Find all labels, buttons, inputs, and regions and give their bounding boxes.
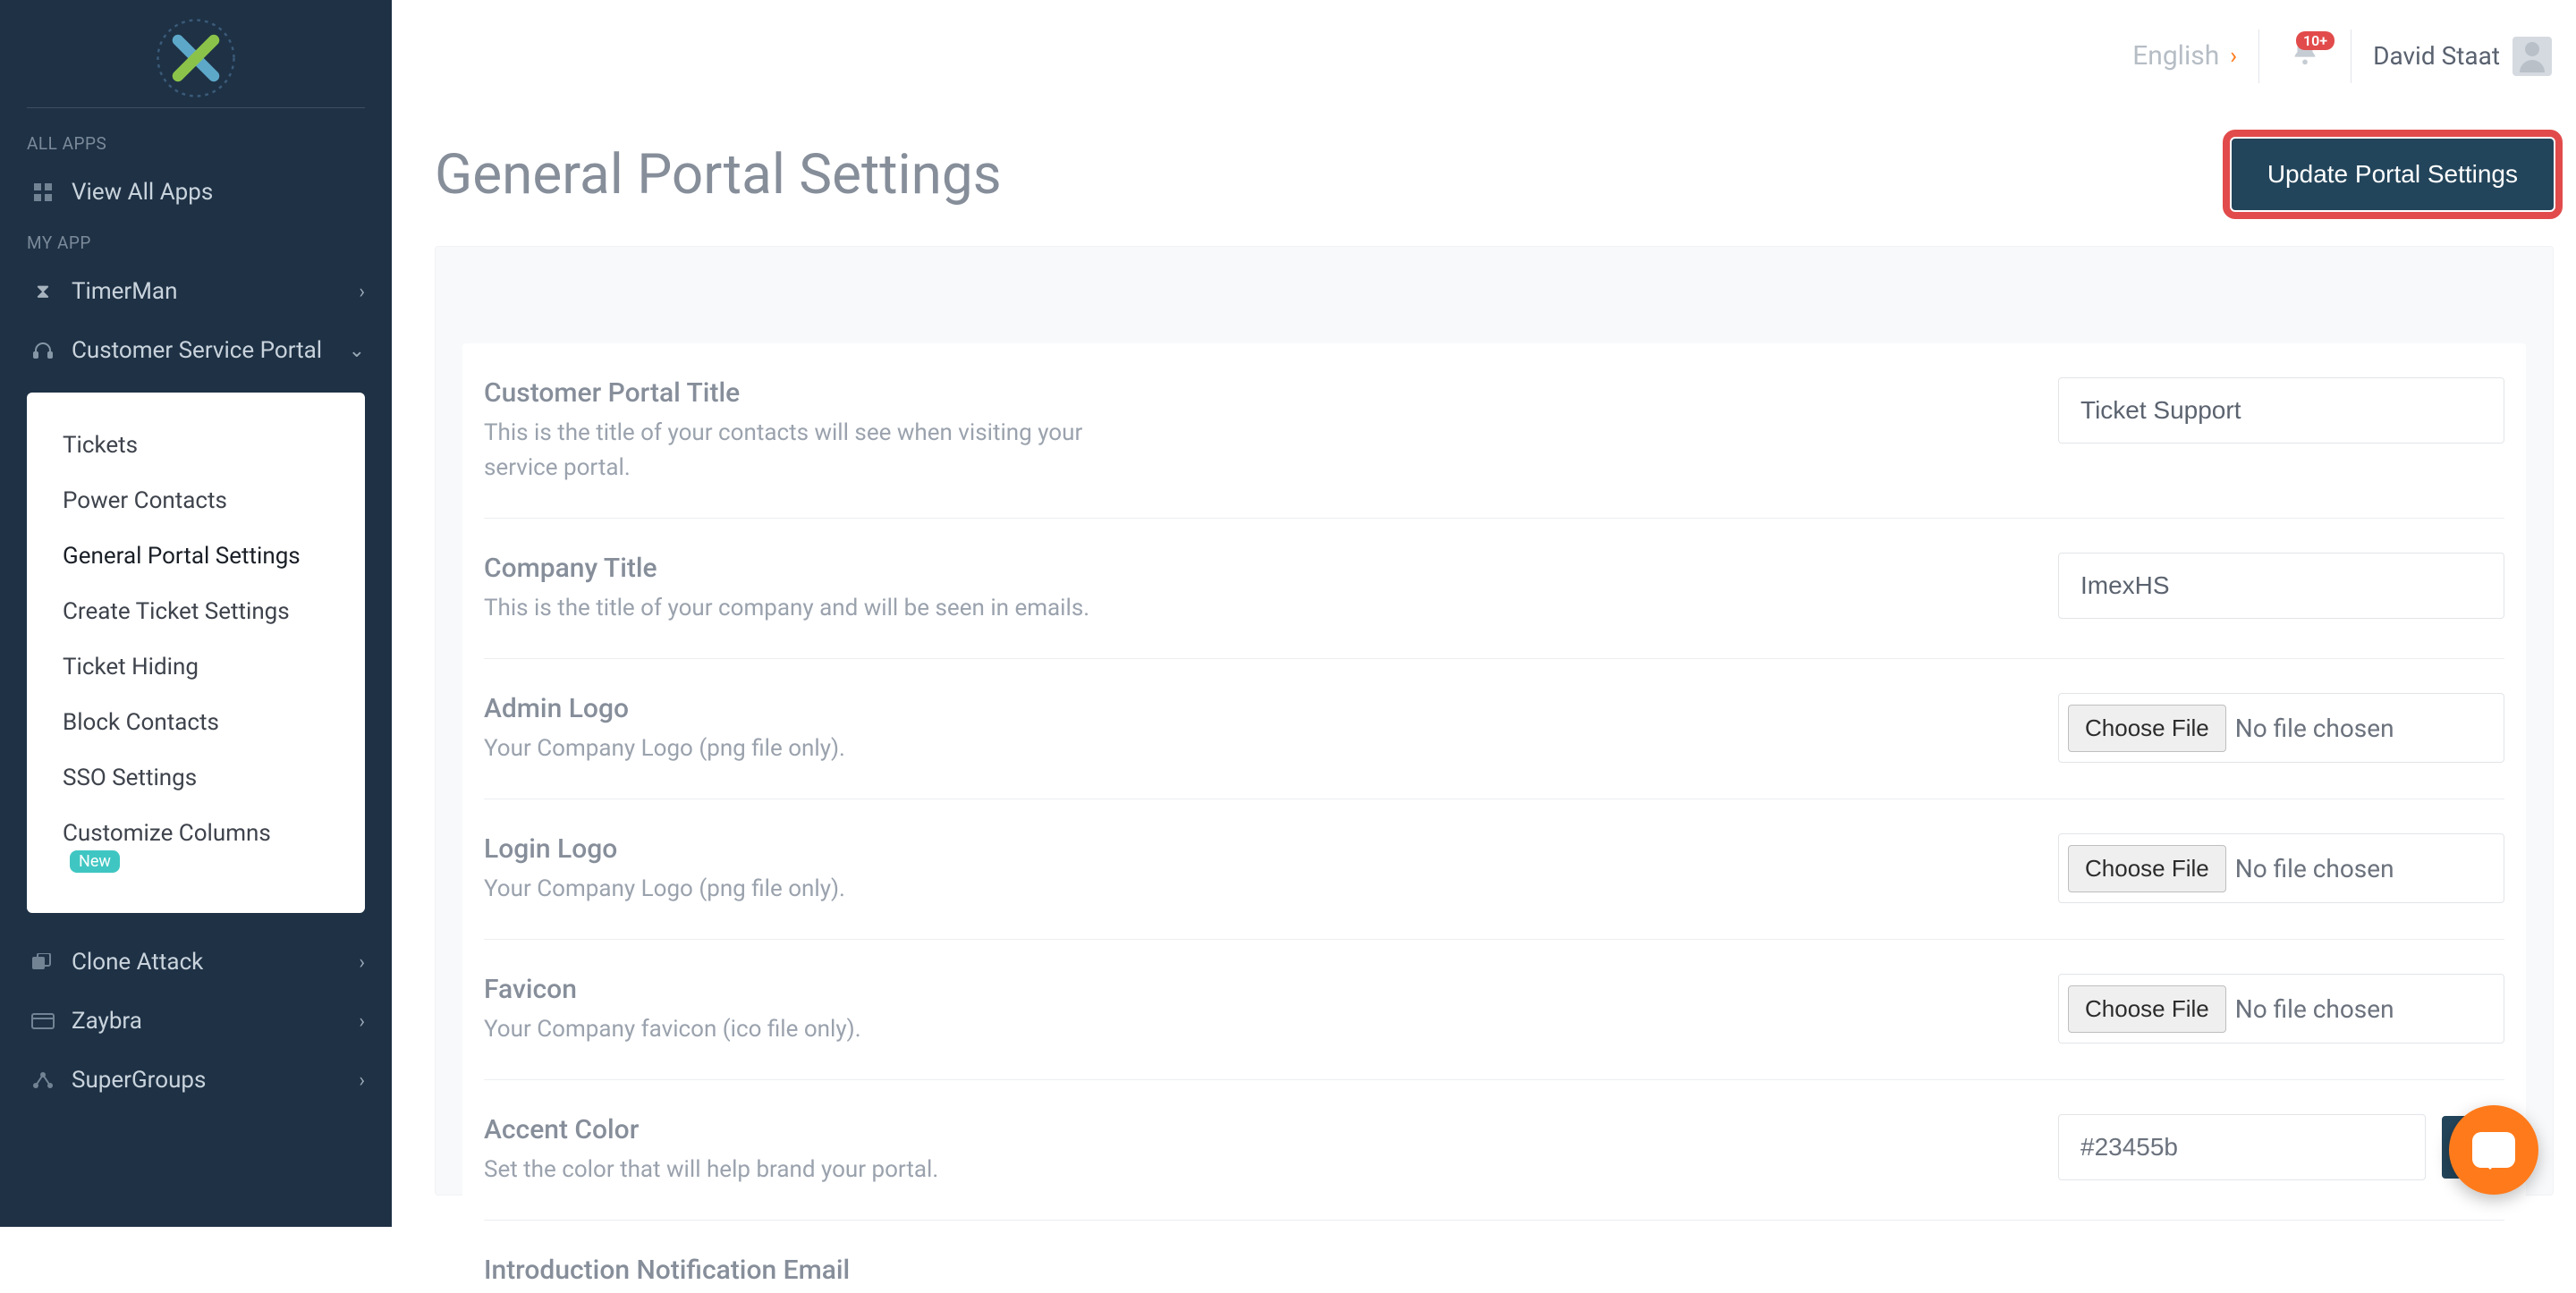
submenu-item-create-ticket-settings[interactable]: Create Ticket Settings	[27, 584, 365, 639]
card-icon	[27, 1013, 59, 1029]
choose-file-button[interactable]: Choose File	[2068, 705, 2226, 752]
setting-label: Accent Color	[484, 1114, 2058, 1145]
submenu-item-power-contacts[interactable]: Power Contacts	[27, 473, 365, 528]
submenu-item-customize-columns[interactable]: Customize Columns New	[27, 806, 365, 888]
notification-badge: 10+	[2296, 31, 2334, 50]
submenu-label: Ticket Hiding	[63, 654, 199, 680]
sidebar-item-view-all-apps[interactable]: View All Apps	[0, 163, 392, 222]
sidebar-item-label: Clone Attack	[72, 949, 203, 976]
sidebar-item-label: TimerMan	[72, 278, 177, 305]
section-label-all-apps: ALL APPS	[0, 123, 392, 163]
admin-logo-file-input[interactable]: Choose File No file chosen	[2058, 693, 2504, 763]
sidebar-item-label: Customer Service Portal	[72, 337, 322, 364]
setting-row-admin-logo: Admin Logo Your Company Logo (png file o…	[484, 659, 2504, 799]
chat-icon	[2472, 1132, 2515, 1168]
setting-label: Admin Logo	[484, 693, 2058, 724]
topbar: English › 10+ David Staat	[392, 0, 2576, 112]
sidebar-submenu: Tickets Power Contacts General Portal Se…	[27, 393, 365, 913]
setting-label: Customer Portal Title	[484, 377, 2058, 409]
sidebar: ALL APPS View All Apps MY APP ⧗ TimerMan…	[0, 0, 392, 1227]
chevron-down-icon: ⌄	[349, 340, 365, 362]
login-logo-file-input[interactable]: Choose File No file chosen	[2058, 833, 2504, 903]
user-name: David Staat	[2373, 41, 2500, 71]
submenu-item-ticket-hiding[interactable]: Ticket Hiding	[27, 639, 365, 695]
setting-description: Your Company favicon (ico file only).	[484, 1012, 1110, 1047]
grid-icon	[27, 182, 59, 203]
settings-card: Customer Portal Title This is the title …	[435, 246, 2554, 1196]
submenu-item-general-portal-settings[interactable]: General Portal Settings	[27, 528, 365, 584]
chevron-right-icon: ›	[2230, 43, 2237, 70]
submenu-label: Create Ticket Settings	[63, 598, 290, 625]
sidebar-item-zaybra[interactable]: Zaybra ›	[0, 992, 392, 1051]
favicon-file-input[interactable]: Choose File No file chosen	[2058, 974, 2504, 1044]
setting-row-portal-title: Customer Portal Title This is the title …	[484, 343, 2504, 519]
portal-title-input[interactable]	[2058, 377, 2504, 444]
chevron-right-icon: ›	[359, 281, 365, 303]
sidebar-item-timerman[interactable]: ⧗ TimerMan ›	[0, 262, 392, 321]
setting-label: Favicon	[484, 974, 2058, 1005]
setting-description: Your Company Logo (png file only).	[484, 731, 1110, 766]
chevron-right-icon: ›	[359, 951, 365, 974]
clone-icon	[27, 953, 59, 971]
submenu-item-sso-settings[interactable]: SSO Settings	[27, 750, 365, 806]
submenu-label: Customize Columns	[63, 820, 271, 847]
setting-label: Company Title	[484, 553, 2058, 584]
hourglass-icon: ⧗	[27, 281, 59, 303]
setting-label: Login Logo	[484, 833, 2058, 865]
network-icon	[27, 1071, 59, 1089]
file-status-text: No file chosen	[2235, 994, 2394, 1024]
setting-label: Introduction Notification Email	[484, 1255, 2058, 1286]
choose-file-button[interactable]: Choose File	[2068, 985, 2226, 1033]
file-status-text: No file chosen	[2235, 854, 2394, 883]
headset-icon	[27, 340, 59, 361]
chat-widget-button[interactable]	[2449, 1105, 2538, 1195]
vertical-divider	[2258, 30, 2259, 83]
accent-color-input[interactable]	[2058, 1114, 2426, 1180]
setting-row-favicon: Favicon Your Company favicon (ico file o…	[484, 940, 2504, 1080]
setting-row-login-logo: Login Logo Your Company Logo (png file o…	[484, 799, 2504, 940]
company-title-input[interactable]	[2058, 553, 2504, 619]
submenu-item-tickets[interactable]: Tickets	[27, 418, 365, 473]
language-label: English	[2132, 40, 2219, 72]
update-portal-settings-button[interactable]: Update Portal Settings	[2232, 139, 2554, 210]
new-badge: New	[70, 850, 120, 873]
chevron-right-icon: ›	[359, 1010, 365, 1033]
setting-description: Set the color that will help brand your …	[484, 1153, 1110, 1187]
app-logo-icon	[0, 18, 392, 98]
page-title: General Portal Settings	[435, 142, 1002, 207]
submenu-label: General Portal Settings	[63, 543, 301, 570]
setting-description: This is the title of your company and wi…	[484, 591, 1110, 626]
page-header: General Portal Settings Update Portal Se…	[392, 112, 2576, 246]
setting-description: This is the title of your contacts will …	[484, 416, 1110, 486]
submenu-label: Tickets	[63, 432, 138, 459]
file-status-text: No file chosen	[2235, 714, 2394, 743]
sidebar-item-label: SuperGroups	[72, 1067, 206, 1094]
sidebar-item-label: Zaybra	[72, 1008, 142, 1035]
main-content: English › 10+ David Staat General Portal…	[392, 0, 2576, 1227]
chevron-right-icon: ›	[359, 1069, 365, 1092]
sidebar-item-customer-service-portal[interactable]: Customer Service Portal ⌄	[0, 321, 392, 380]
submenu-label: Block Contacts	[63, 709, 219, 736]
submenu-label: SSO Settings	[63, 765, 197, 791]
language-selector[interactable]: English ›	[2132, 40, 2237, 72]
choose-file-button[interactable]: Choose File	[2068, 845, 2226, 892]
submenu-item-block-contacts[interactable]: Block Contacts	[27, 695, 365, 750]
sidebar-item-label: View All Apps	[72, 179, 213, 206]
sidebar-item-supergroups[interactable]: SuperGroups ›	[0, 1051, 392, 1110]
setting-row-company-title: Company Title This is the title of your …	[484, 519, 2504, 659]
section-label-my-app: MY APP	[0, 222, 392, 262]
submenu-label: Power Contacts	[63, 487, 227, 514]
logo[interactable]	[0, 18, 392, 98]
notifications-button[interactable]: 10+	[2281, 37, 2329, 75]
avatar-icon	[2512, 37, 2552, 76]
user-menu[interactable]: David Staat	[2373, 37, 2552, 76]
sidebar-divider	[27, 107, 365, 108]
sidebar-item-clone-attack[interactable]: Clone Attack ›	[0, 933, 392, 992]
setting-row-accent-color: Accent Color Set the color that will hel…	[484, 1080, 2504, 1221]
setting-row-intro-email: Introduction Notification Email	[484, 1221, 2504, 1293]
setting-description: Your Company Logo (png file only).	[484, 872, 1110, 907]
